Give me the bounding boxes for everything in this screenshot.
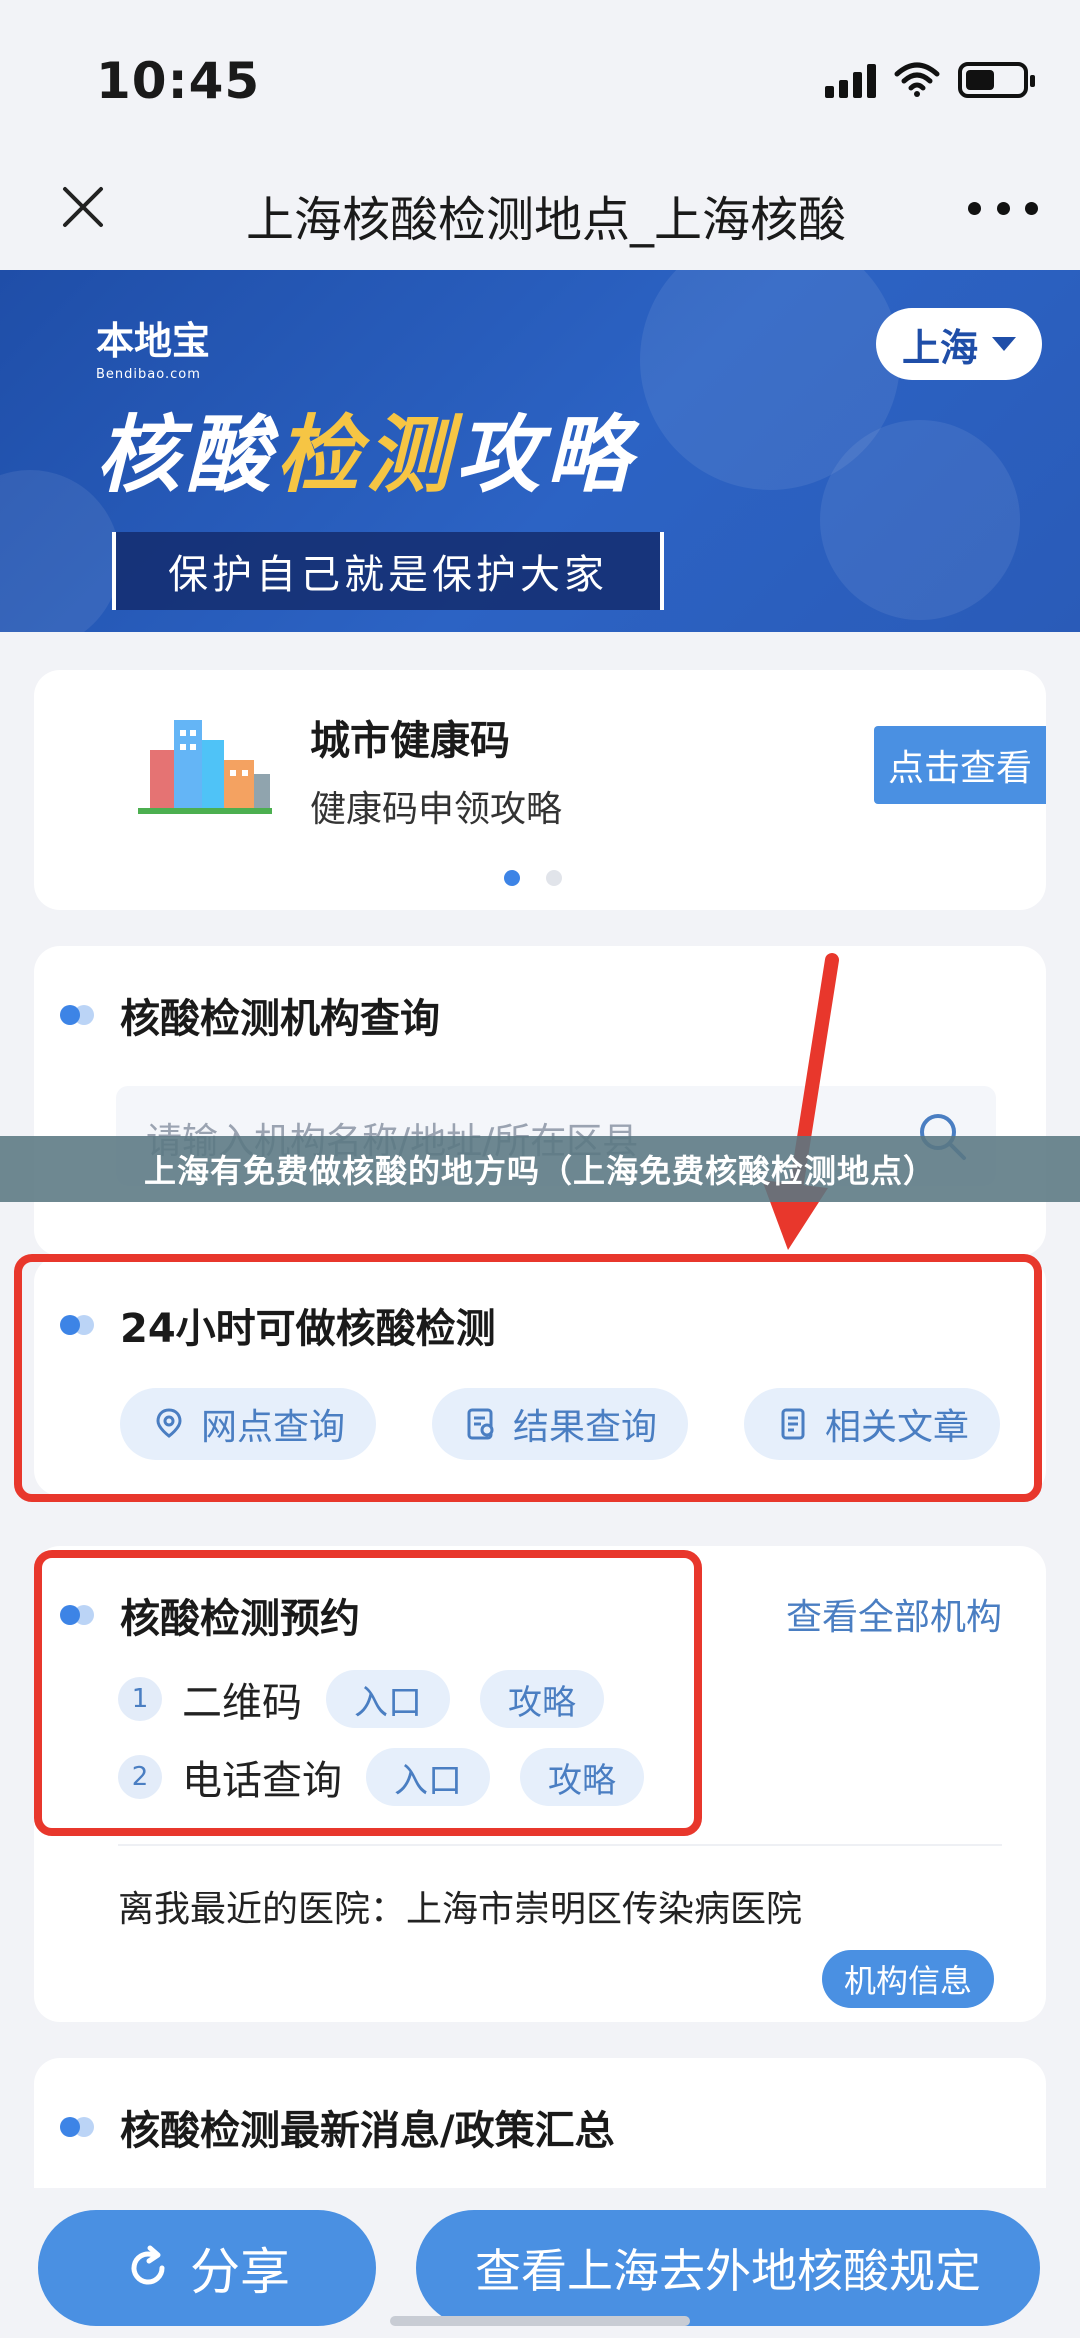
- more-button[interactable]: [968, 188, 1038, 228]
- more-dot-icon: [968, 201, 981, 215]
- city-label: 上海: [901, 325, 978, 370]
- health-code-subtitle: 健康码申领攻略: [310, 789, 563, 830]
- banner-title-part: 攻略: [456, 406, 637, 504]
- carousel-dot[interactable]: [546, 870, 562, 886]
- nearest-hospital-text: 离我最近的医院：上海市崇明区传染病医院: [118, 1889, 803, 1930]
- view-all-institutions-link[interactable]: 查看全部机构: [786, 1588, 1002, 1640]
- nav-bar: 上海核酸检测地点_上海核酸: [0, 150, 1080, 270]
- section-dots-icon: [60, 1005, 100, 1025]
- more-dot-icon: [1025, 201, 1038, 215]
- annotation-box: [14, 1254, 1042, 1502]
- institution-query-card: 核酸检测机构查询 请输入机构名称/地址/所在区县: [34, 946, 1046, 1256]
- health-code-card: 城市健康码 健康码申领攻略 点击查看: [34, 670, 1046, 910]
- view-button[interactable]: 点击查看: [874, 726, 1046, 804]
- status-time: 10:45: [96, 52, 261, 110]
- status-icons: [825, 62, 1035, 98]
- city-buildings-icon: [138, 720, 272, 814]
- signal-icon: [825, 62, 876, 98]
- close-button[interactable]: [48, 172, 118, 242]
- wifi-icon: [894, 62, 940, 97]
- virus-decoration: [820, 420, 1020, 620]
- section-dots-icon: [60, 2117, 100, 2137]
- carousel-dots: [504, 870, 562, 886]
- institution-info-button[interactable]: 机构信息: [822, 1950, 994, 2008]
- page-title: 上海核酸检测地点_上海核酸: [246, 192, 847, 248]
- carousel-dot-active[interactable]: [504, 870, 520, 886]
- view-rules-button[interactable]: 查看上海去外地核酸规定: [416, 2210, 1040, 2326]
- banner-title-part: 核酸: [96, 406, 277, 504]
- banner-slogan: 保护自己就是保护大家: [112, 532, 664, 610]
- brand-sub: Bendibao.com: [96, 367, 201, 382]
- section-header: 核酸检测机构查询: [60, 986, 440, 1044]
- brand-name: 本地宝: [96, 319, 211, 363]
- health-code-title: 城市健康码: [310, 718, 510, 764]
- caption-overlay: 上海有免费做核酸的地方吗（上海免费核酸检测地点）: [0, 1136, 1080, 1202]
- more-dot-icon: [996, 201, 1010, 215]
- divider: [118, 1844, 1002, 1846]
- battery-icon: [958, 62, 1035, 98]
- share-icon: [131, 2245, 165, 2285]
- share-label: 分享: [190, 2243, 290, 2301]
- close-icon: [63, 187, 103, 227]
- section-header: 核酸检测最新消息/政策汇总: [60, 2098, 615, 2156]
- share-button[interactable]: 分享: [38, 2210, 376, 2326]
- city-selector[interactable]: 上海: [876, 308, 1042, 380]
- banner-title-highlight: 检测: [276, 406, 457, 504]
- section-title: 核酸检测机构查询: [120, 996, 440, 1042]
- caret-down-icon: [992, 337, 1016, 351]
- brand-logo: 本地宝 Bendibao.com: [96, 310, 210, 382]
- banner-title: 核酸检测攻略: [96, 388, 636, 509]
- home-indicator[interactable]: [390, 2316, 690, 2326]
- status-bar: 10:45: [0, 0, 1080, 150]
- banner: 本地宝 Bendibao.com 上海 核酸检测攻略 保护自己就是保护大家: [0, 270, 1080, 632]
- annotation-box: [34, 1550, 702, 1836]
- section-title: 核酸检测最新消息/政策汇总: [120, 2108, 615, 2154]
